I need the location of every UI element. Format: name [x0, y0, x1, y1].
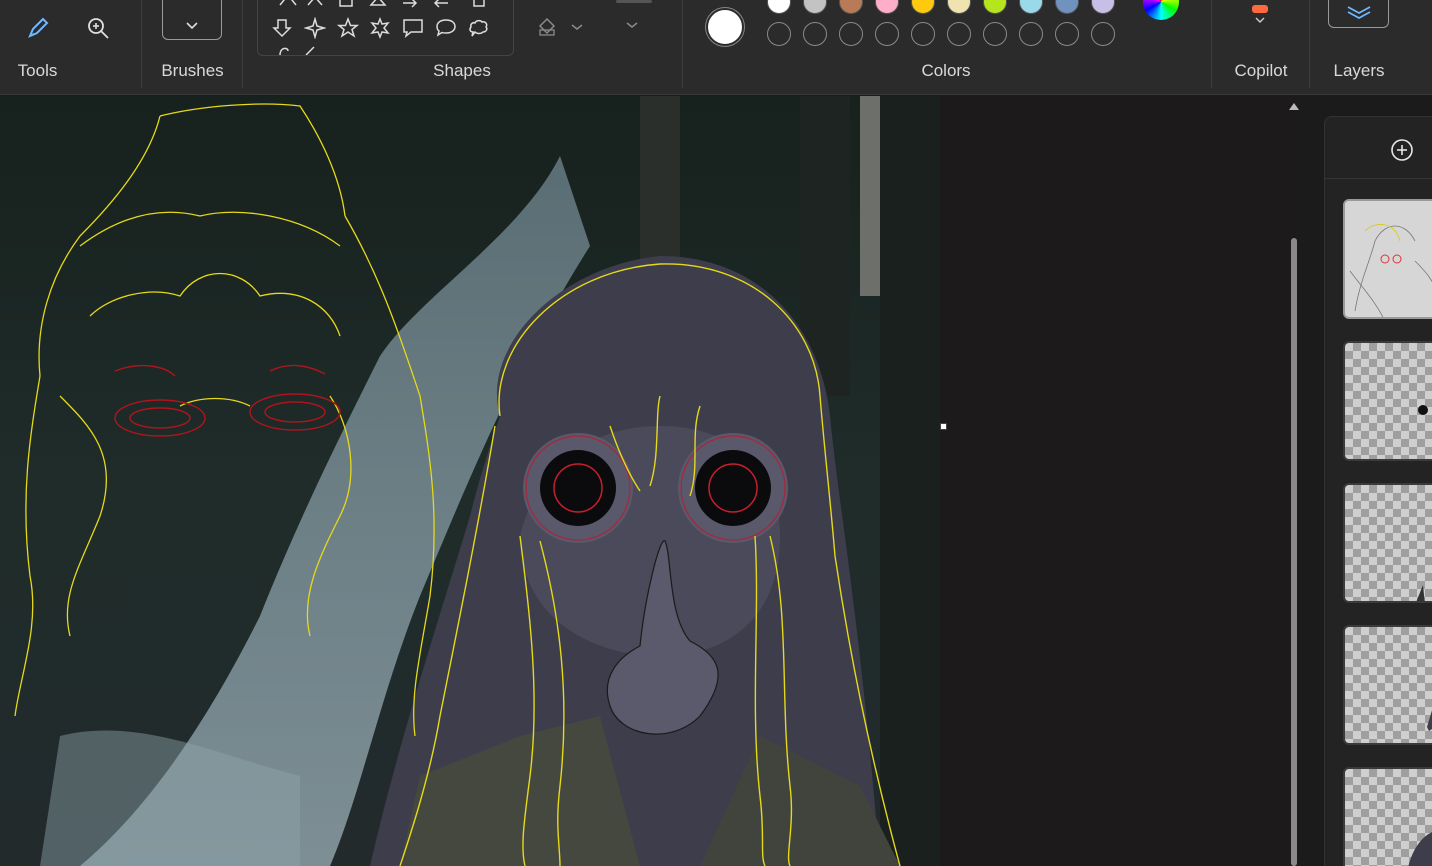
palette-swatch[interactable]	[767, 0, 791, 14]
speech-oval-shape[interactable]	[433, 15, 459, 41]
layers-panel	[1324, 116, 1432, 866]
layers-toggle-button[interactable]	[1328, 0, 1389, 28]
palette-swatch[interactable]	[1055, 0, 1079, 14]
layer-thumbnail-3[interactable]	[1343, 483, 1432, 603]
palette-swatch[interactable]	[803, 0, 827, 14]
zoom-tool-button[interactable]	[80, 10, 116, 46]
layer-thumbnail-5[interactable]	[1343, 767, 1432, 866]
layer-preview	[1345, 201, 1432, 317]
custom-color-slot[interactable]	[983, 22, 1007, 46]
pen-tool-button[interactable]	[20, 10, 56, 46]
fill-dropdown[interactable]	[530, 12, 590, 42]
zoom-in-icon	[88, 18, 109, 39]
custom-color-slot[interactable]	[1091, 22, 1115, 46]
scrollbar-thumb[interactable]	[1291, 238, 1297, 866]
custom-color-slot[interactable]	[1055, 22, 1079, 46]
shapes-gallery[interactable]	[257, 0, 514, 56]
palette-swatch[interactable]	[875, 0, 899, 14]
ribbon-toolbar: Tools Brushes Shapes Colors Copilot Laye…	[0, 0, 1432, 95]
layer-thumbnail-2[interactable]	[1343, 341, 1432, 461]
custom-color-slot[interactable]	[839, 22, 863, 46]
vertical-scrollbar[interactable]	[1288, 96, 1300, 866]
star5-icon	[337, 17, 359, 38]
star6-shape[interactable]	[367, 15, 393, 41]
star4-icon	[304, 17, 326, 39]
custom-color-slot[interactable]	[767, 22, 791, 46]
drawing-canvas[interactable]	[0, 96, 940, 866]
color-picker-wheel[interactable]	[1143, 0, 1179, 20]
layer-preview	[1418, 405, 1428, 415]
pen-icon	[28, 17, 49, 38]
layers-panel-header	[1325, 117, 1432, 179]
brushes-group-label: Brushes	[161, 61, 224, 80]
speech-rect-shape[interactable]	[400, 15, 426, 41]
palette-swatch[interactable]	[983, 0, 1007, 14]
palette-swatch[interactable]	[839, 0, 863, 14]
fill-bucket-icon	[538, 17, 556, 36]
layer-preview	[1408, 832, 1432, 866]
copilot-button[interactable]	[1240, 0, 1280, 30]
layer-preview	[1427, 710, 1432, 731]
shapes-group-label: Shapes	[433, 61, 491, 80]
layers-group-label: Layers	[1333, 61, 1385, 80]
speech-cloud-icon	[469, 19, 488, 37]
scroll-up-arrow-icon[interactable]	[1288, 100, 1300, 112]
layers-icon	[1347, 6, 1370, 20]
canvas-artwork	[0, 96, 940, 866]
star4-shape[interactable]	[302, 15, 328, 41]
custom-color-slot[interactable]	[875, 22, 899, 46]
workspace	[0, 96, 1288, 866]
palette-swatch[interactable]	[1019, 0, 1043, 14]
star6-icon	[370, 17, 390, 39]
palette-swatch[interactable]	[911, 0, 935, 14]
layer-thumbnail-1[interactable]	[1343, 199, 1432, 319]
custom-color-slot[interactable]	[911, 22, 935, 46]
chevron-down-icon	[1255, 17, 1265, 23]
palette-swatch[interactable]	[1091, 0, 1115, 14]
speech-oval-icon	[436, 19, 456, 37]
arrow-down-shape[interactable]	[269, 15, 295, 41]
custom-color-slot[interactable]	[947, 22, 971, 46]
star5-shape[interactable]	[335, 15, 361, 41]
chevron-down-icon	[626, 22, 638, 28]
canvas-resize-handle[interactable]	[940, 423, 947, 430]
colors-group-label: Colors	[921, 61, 971, 80]
custom-color-slot[interactable]	[803, 22, 827, 46]
add-circle-icon	[1391, 139, 1413, 161]
chevron-down-icon	[186, 22, 198, 30]
copilot-group-label: Copilot	[1234, 61, 1288, 80]
tools-group-label: Tools	[17, 61, 58, 80]
layer-preview	[1416, 585, 1425, 601]
current-color-swatch[interactable]	[706, 8, 744, 46]
speech-rect-icon	[403, 19, 423, 38]
speech-cloud-shape[interactable]	[466, 15, 492, 41]
brushes-dropdown[interactable]	[162, 0, 222, 40]
layer-thumbnail-4[interactable]	[1343, 625, 1432, 745]
add-layer-button[interactable]	[1387, 135, 1417, 165]
chevron-down-icon	[571, 24, 583, 30]
palette-swatch[interactable]	[947, 0, 971, 14]
custom-color-slot[interactable]	[1019, 22, 1043, 46]
outline-dropdown[interactable]	[616, 0, 652, 38]
arrow-down-icon	[272, 19, 292, 38]
